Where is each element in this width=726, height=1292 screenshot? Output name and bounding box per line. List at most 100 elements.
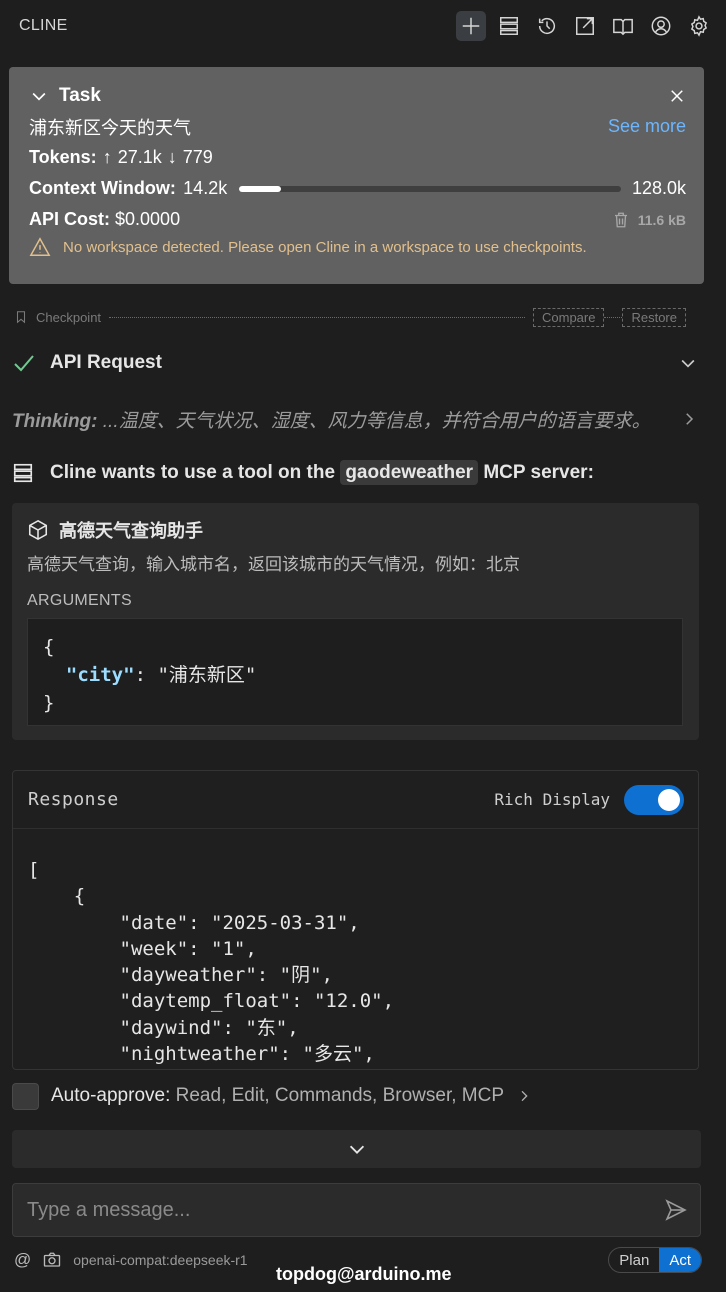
context-label: Context Window: — [29, 178, 176, 198]
checkpoint-divider — [109, 316, 525, 318]
see-more-link[interactable]: See more — [608, 116, 686, 137]
chevron-right-icon[interactable] — [516, 1087, 532, 1105]
checkpoint-gap — [604, 316, 623, 318]
top-bar: CLINE — [0, 0, 726, 52]
response-line: "nightweather": "多云", — [28, 1043, 375, 1066]
thinking-row[interactable]: Thinking: ...温度、天气状况、湿度、风力等信息，并符合用户的语言要求… — [12, 402, 698, 436]
task-text-row: 浦东新区今天的天气 See more — [29, 111, 686, 142]
mcp-server-badge: gaodeweather — [340, 460, 479, 485]
tool-use-header: Cline wants to use a tool on the gaodewe… — [12, 456, 698, 490]
context-used: 14.2k — [183, 178, 228, 198]
arg-key: "city" — [65, 664, 135, 686]
camera-icon[interactable] — [43, 1251, 61, 1269]
response-line: "daytemp_float": "12.0", — [28, 990, 395, 1013]
restore-button[interactable]: Restore — [622, 307, 686, 327]
thinking-label: Thinking: — [12, 410, 98, 432]
response-body: [ { "date": "2025-03-31", "week": "1", "… — [13, 829, 698, 1069]
arguments-label: ARGUMENTS — [27, 592, 132, 609]
task-label: Task — [59, 85, 101, 106]
tool-name-row: 高德天气查询助手 — [27, 517, 684, 543]
arrow-up-icon: ↑ — [102, 147, 112, 167]
arg-key-text: city — [77, 664, 124, 686]
api-request-label: API Request — [50, 352, 162, 373]
popout-icon[interactable] — [570, 11, 600, 41]
watermark: topdog@arduino.me — [276, 1264, 452, 1284]
top-icons — [456, 11, 714, 41]
chevron-down-icon — [349, 1145, 364, 1154]
tool-name: 高德天气查询助手 — [59, 521, 203, 541]
tokens-label: Tokens: — [29, 147, 97, 167]
brace-open: { — [43, 636, 55, 658]
response-line: "daywind": "东", — [28, 1016, 299, 1039]
chevron-right-icon[interactable] — [680, 409, 698, 429]
plan-mode-button[interactable]: Plan — [609, 1248, 659, 1272]
cube-icon — [28, 519, 48, 541]
tool-card: 高德天气查询助手 高德天气查询，输入城市名，返回该城市的天气情况，例如：北京 A… — [12, 503, 699, 740]
workspace-warning: No workspace detected. Please open Cline… — [29, 236, 686, 258]
tool-description: 高德天气查询，输入城市名，返回该城市的天气情况，例如：北京 — [27, 555, 520, 574]
response-line: { — [28, 885, 86, 908]
plus-icon[interactable] — [456, 11, 486, 41]
arg-value: 浦东新区 — [168, 664, 245, 686]
plan-act-switch: Plan Act — [608, 1247, 702, 1273]
message-input[interactable] — [25, 1197, 625, 1223]
context-window-row: Context Window: 14.2k 128.0k — [29, 173, 686, 204]
api-cost-value: $0.0000 — [115, 209, 181, 229]
context-progress-bar — [238, 185, 621, 192]
arrow-down-icon: ↓ — [167, 147, 177, 167]
trash-icon[interactable] — [612, 210, 630, 230]
at-mention-icon[interactable]: @ — [14, 1250, 31, 1270]
api-cost-row: API Cost: $0.0000 11.6 kB — [29, 204, 686, 235]
auto-approve-items: Read, Edit, Commands, Browser, MCP — [175, 1085, 505, 1106]
context-max: 128.0k — [631, 178, 686, 198]
thinking-text: ...温度、天气状况、湿度、风力等信息，并符合用户的语言要求。 — [102, 410, 651, 432]
response-line: "dayweather": "阴", — [28, 964, 333, 987]
response-line: "week": "1", — [28, 937, 257, 960]
api-cost-label: API Cost: — [29, 209, 110, 229]
response-line: "date": "2025-03-31", — [28, 911, 360, 934]
server-icon — [13, 463, 33, 483]
close-icon[interactable] — [668, 87, 686, 105]
task-size: 11.6 kB — [637, 211, 686, 228]
auto-approve-row[interactable]: Auto-approve: Read, Edit, Commands, Brow… — [12, 1080, 698, 1112]
tool-use-prefix: Cline wants to use a tool on the — [50, 462, 336, 483]
response-title: Response — [28, 789, 119, 810]
chevron-down-icon[interactable] — [29, 86, 49, 106]
tokens-in: 27.1k — [117, 147, 162, 167]
checkpoint-label: Checkpoint — [36, 309, 102, 325]
message-input-box — [12, 1183, 701, 1237]
tokens-out: 779 — [182, 147, 213, 167]
auto-approve-checkbox[interactable] — [12, 1082, 39, 1110]
chevron-down-icon[interactable] — [678, 353, 698, 373]
check-icon — [14, 355, 34, 372]
app-title: CLINE — [19, 17, 68, 34]
compare-button[interactable]: Compare — [533, 307, 605, 327]
task-text: 浦东新区今天的天气 — [29, 117, 191, 138]
task-header[interactable]: Task — [29, 81, 686, 111]
response-card: Response Rich Display [ { "date": "2025-… — [12, 770, 699, 1070]
api-request-row[interactable]: API Request — [12, 346, 698, 380]
response-line: [ — [28, 859, 40, 881]
gear-icon[interactable] — [684, 11, 714, 41]
act-mode-button[interactable]: Act — [659, 1248, 701, 1272]
scroll-down-button[interactable] — [12, 1130, 701, 1168]
book-icon[interactable] — [608, 11, 638, 41]
tool-use-suffix: MCP server: — [483, 462, 594, 483]
rich-display-label: Rich Display — [494, 790, 610, 809]
model-selector[interactable]: openai-compat:deepseek-r1 — [73, 1252, 247, 1268]
warning-icon — [29, 237, 51, 256]
task-panel: Task 浦东新区今天的天气 See more Tokens: ↑ 27.1k … — [9, 67, 704, 284]
warning-text: No workspace detected. Please open Cline… — [63, 238, 587, 256]
rich-display-toggle[interactable] — [624, 784, 684, 815]
account-icon[interactable] — [646, 11, 676, 41]
server-icon[interactable] — [494, 11, 524, 41]
response-header: Response Rich Display — [13, 771, 698, 829]
bookmark-icon — [16, 311, 26, 324]
tokens-row: Tokens: ↑ 27.1k ↓ 779 — [29, 142, 686, 173]
rich-display-control: Rich Display — [494, 784, 684, 815]
context-progress-fill — [238, 185, 281, 192]
arguments-code: { "city": "浦东新区" } — [27, 618, 683, 726]
send-icon[interactable] — [664, 1198, 688, 1222]
history-icon[interactable] — [532, 11, 562, 41]
brace-close: } — [43, 692, 55, 714]
